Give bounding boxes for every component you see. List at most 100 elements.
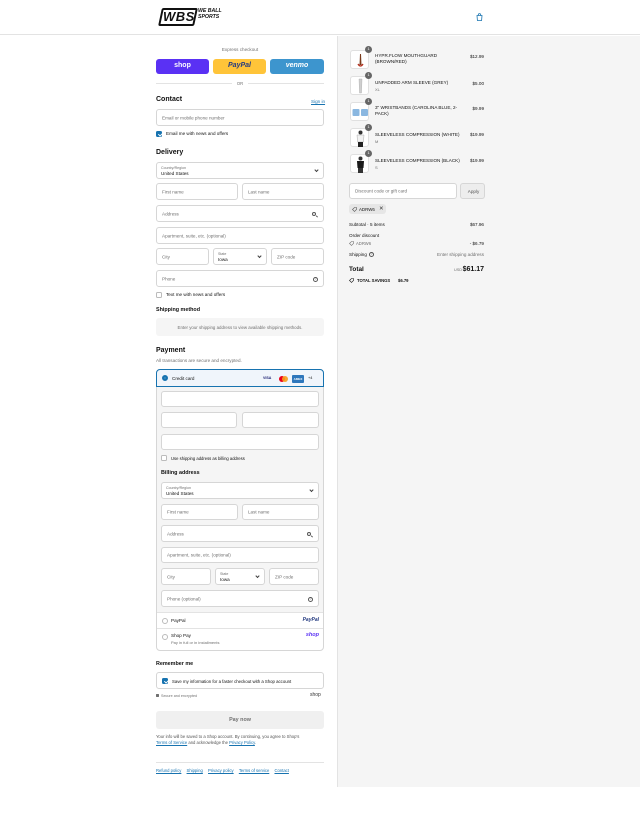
shopping-bag-icon[interactable]	[476, 13, 483, 21]
paypal-option-label: PayPal	[171, 618, 186, 623]
venmo-label: venmo	[285, 62, 309, 69]
total-savings-value: $6.79	[398, 278, 409, 283]
help-icon[interactable]: ?	[313, 276, 318, 282]
email-news-checkbox[interactable]	[156, 131, 162, 137]
billing-phone-field[interactable]: Phone (optional) ?	[161, 590, 319, 607]
apartment-placeholder: Apartment, suite, etc. (optional)	[162, 233, 226, 238]
billing-address-field[interactable]: Address	[161, 525, 319, 542]
last-name-placeholder: Last name	[248, 189, 270, 194]
discount-code-placeholder: Discount code or gift card	[355, 188, 408, 194]
email-field[interactable]: Email or mobile phone number	[156, 109, 324, 126]
shop-pay-option-label: Shop Pay	[171, 633, 191, 638]
shop-logo-icon: shop	[305, 631, 319, 638]
header: WBS WE BALL SPORTS	[0, 0, 640, 35]
apply-button[interactable]: Apply	[460, 183, 485, 199]
credit-card-option[interactable]: Credit card VISA AMEX +4	[156, 369, 324, 387]
state-select[interactable]: State Iowa	[213, 248, 267, 265]
country-value: United States	[161, 171, 189, 176]
sign-in-link[interactable]: Sign in	[311, 99, 325, 104]
chevron-down-icon	[257, 253, 262, 258]
address-field[interactable]: Address	[156, 205, 324, 222]
shop-pay-option[interactable]: Shop Pay Pay in full or in installments …	[157, 629, 323, 650]
card-cvv-field[interactable]	[242, 412, 319, 428]
help-icon[interactable]: ?	[308, 596, 313, 602]
order-summary-panel	[337, 36, 640, 787]
terms-link[interactable]: Terms of Service	[156, 740, 187, 745]
footer-link-shipping[interactable]: Shipping	[187, 768, 203, 773]
card-expiry-field[interactable]	[161, 412, 237, 428]
city-field[interactable]: City	[156, 248, 209, 265]
help-icon[interactable]: ?	[369, 252, 374, 257]
billing-zip-field[interactable]: ZIP code	[269, 568, 319, 585]
item-name: 3" WRISTBANDS (CAROLINA BLUE, 2-PACK)	[375, 105, 458, 116]
billing-address-title: Billing address	[161, 470, 200, 476]
mastercard-icon	[279, 375, 288, 382]
discount-value: - $6.79	[469, 241, 484, 246]
first-name-placeholder: First name	[162, 189, 184, 194]
footer-link-terms[interactable]: Terms of service	[239, 768, 269, 773]
footer-links: Refund policy Shipping Privacy policy Te…	[156, 768, 289, 773]
shop-pay-radio[interactable]	[162, 634, 168, 640]
save-info-checkbox[interactable]	[162, 678, 168, 684]
first-name-field[interactable]: First name	[156, 183, 238, 200]
billing-first-name-field[interactable]: First name	[161, 504, 238, 520]
quantity-badge: 1	[365, 98, 372, 105]
billing-city-field[interactable]: City	[161, 568, 211, 585]
city-placeholder: City	[162, 254, 170, 259]
use-shipping-checkbox[interactable]	[161, 455, 167, 461]
footer-link-refund[interactable]: Refund policy	[156, 768, 181, 773]
shipping-method-notice: Enter your shipping address to view avai…	[156, 318, 324, 336]
phone-field[interactable]: Phone ?	[156, 270, 324, 287]
card-name-field[interactable]	[161, 434, 319, 450]
footer-link-contact[interactable]: Contact	[274, 768, 288, 773]
legal-middle: and acknowledge the	[188, 740, 228, 746]
discount-code-field[interactable]: Discount code or gift card	[349, 183, 457, 199]
billing-state-select[interactable]: State Iowa	[215, 568, 265, 585]
text-news-checkbox[interactable]	[156, 292, 162, 298]
billing-last-name-field[interactable]: Last name	[242, 504, 319, 520]
secure-label: Secure and encrypted	[161, 693, 198, 698]
store-logo[interactable]: WBS WE BALL SPORTS	[158, 8, 232, 26]
last-name-field[interactable]: Last name	[242, 183, 324, 200]
zip-field[interactable]: ZIP code	[271, 248, 324, 265]
address-placeholder: Address	[162, 211, 179, 216]
shipping-method-title: Shipping method	[156, 307, 201, 313]
shop-pay-button[interactable]: shop	[156, 59, 209, 74]
total-value: $61.17	[462, 265, 484, 273]
footer-link-privacy[interactable]: Privacy policy	[208, 768, 234, 773]
chevron-down-icon	[314, 167, 319, 172]
paypal-option[interactable]: PayPal PayPal	[157, 613, 323, 628]
amex-icon: AMEX	[292, 374, 304, 383]
credit-card-radio[interactable]	[162, 375, 168, 381]
quantity-badge: 1	[365, 46, 372, 53]
pay-now-label: Pay now	[229, 716, 251, 723]
card-number-field[interactable]	[161, 391, 319, 407]
close-icon[interactable]: ✕	[379, 206, 384, 212]
item-price: $19.99	[469, 158, 484, 163]
visa-icon: VISA	[263, 376, 272, 380]
legal-end: .	[254, 740, 257, 746]
venmo-button[interactable]: venmo	[270, 59, 324, 74]
item-name: UNPADDED ARM SLEEVE (GREY)	[375, 80, 449, 85]
lock-icon	[156, 694, 159, 697]
privacy-link[interactable]: Privacy Policy	[229, 740, 255, 745]
credit-card-label: Credit card	[172, 376, 195, 381]
savings-tag-icon	[349, 278, 354, 283]
paypal-button[interactable]: PayPal	[213, 59, 266, 74]
contact-title: Contact	[156, 96, 183, 103]
paypal-logo-icon: PayPal	[302, 617, 319, 623]
pay-now-button[interactable]: Pay now	[156, 711, 324, 729]
billing-country-select[interactable]: Country/Region United States	[161, 482, 319, 499]
text-news-label: Text me with news and offers	[166, 292, 226, 297]
paypal-radio[interactable]	[162, 617, 168, 624]
country-label: Country/Region	[161, 166, 186, 170]
product-image	[350, 50, 369, 69]
billing-phone-placeholder: Phone (optional)	[167, 596, 201, 601]
billing-apartment-field[interactable]: Apartment, suite, etc. (optional)	[161, 547, 319, 563]
apartment-field[interactable]: Apartment, suite, etc. (optional)	[156, 227, 324, 244]
country-select[interactable]: Country/Region United States	[156, 162, 324, 179]
quantity-badge: 1	[365, 72, 372, 79]
item-price: $9.99	[472, 106, 485, 111]
billing-first-name-placeholder: First name	[167, 509, 189, 515]
billing-state-label: State	[220, 572, 229, 576]
